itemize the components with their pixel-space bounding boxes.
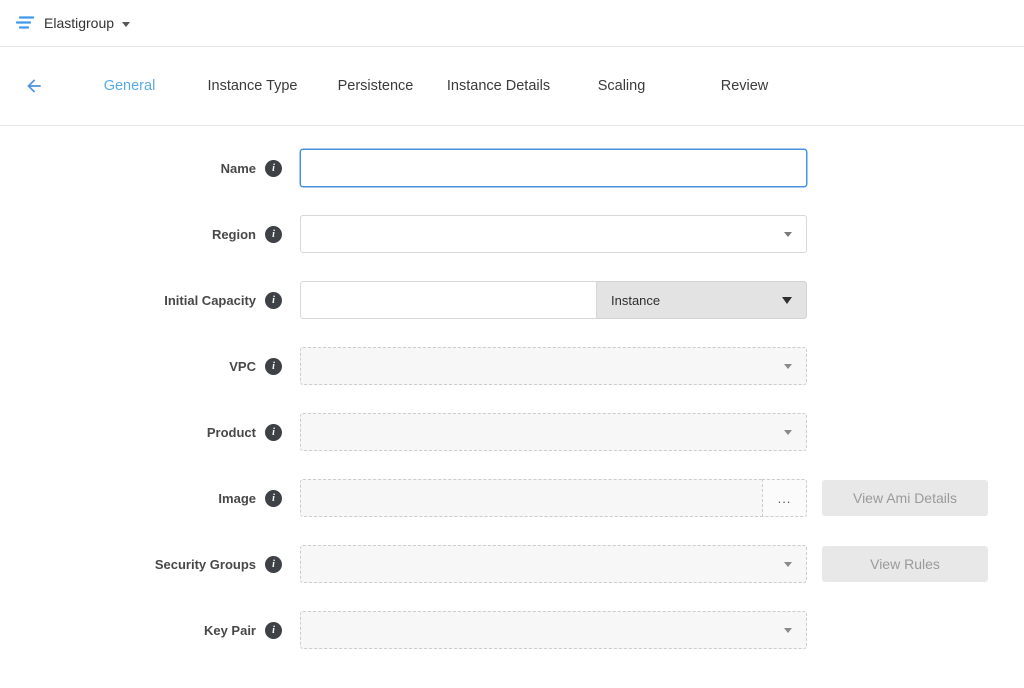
info-icon[interactable]: i: [265, 622, 282, 639]
wizard-tabbar: General Instance Type Persistence Instan…: [0, 47, 1024, 126]
info-icon[interactable]: i: [265, 226, 282, 243]
form-row-security-groups: Security Groups i View Rules: [0, 545, 1024, 583]
image-label: Image: [218, 491, 256, 506]
wizard-tabs: General Instance Type Persistence Instan…: [68, 78, 806, 94]
name-input[interactable]: [300, 149, 807, 187]
tab-instance-type[interactable]: Instance Type: [191, 78, 314, 94]
vpc-label: VPC: [229, 359, 256, 374]
initial-capacity-input[interactable]: [300, 281, 597, 319]
tab-general[interactable]: General: [68, 78, 191, 94]
key-pair-select[interactable]: [300, 611, 807, 649]
product-label: Product: [207, 425, 256, 440]
info-icon[interactable]: i: [265, 358, 282, 375]
info-icon[interactable]: i: [265, 490, 282, 507]
image-input[interactable]: [300, 479, 762, 517]
product-select[interactable]: [300, 413, 807, 451]
back-button[interactable]: [20, 72, 48, 100]
security-groups-label: Security Groups: [155, 557, 256, 572]
form-row-name: Name i: [0, 149, 1024, 187]
chevron-down-icon: [784, 562, 792, 567]
tab-instance-details[interactable]: Instance Details: [437, 78, 560, 94]
tab-persistence[interactable]: Persistence: [314, 78, 437, 94]
info-icon[interactable]: i: [265, 424, 282, 441]
form-row-region: Region i: [0, 215, 1024, 253]
view-rules-button[interactable]: View Rules: [822, 546, 988, 582]
capacity-unit-value: Instance: [611, 293, 660, 308]
vpc-select[interactable]: [300, 347, 807, 385]
tab-scaling[interactable]: Scaling: [560, 78, 683, 94]
elastigroup-logo-icon: [14, 15, 36, 31]
form-row-initial-capacity: Initial Capacity i Instance: [0, 281, 1024, 319]
back-arrow-icon: [24, 84, 44, 99]
tab-review[interactable]: Review: [683, 78, 806, 94]
info-icon[interactable]: i: [265, 556, 282, 573]
topbar: Elastigroup: [0, 0, 1024, 47]
info-icon[interactable]: i: [265, 292, 282, 309]
chevron-down-icon: [784, 364, 792, 369]
region-label: Region: [212, 227, 256, 242]
capacity-unit-select[interactable]: Instance: [597, 281, 807, 319]
brand-label: Elastigroup: [44, 15, 114, 31]
form-row-product: Product i: [0, 413, 1024, 451]
ellipsis-icon: ...: [778, 491, 792, 506]
region-select[interactable]: [300, 215, 807, 253]
view-ami-details-button[interactable]: View Ami Details: [822, 480, 988, 516]
image-browse-button[interactable]: ...: [762, 479, 807, 517]
initial-capacity-label: Initial Capacity: [164, 293, 256, 308]
chevron-down-icon: [784, 232, 792, 237]
general-form: Name i Region i Initial Capacity i Insta…: [0, 126, 1024, 649]
form-row-image: Image i ... View Ami Details: [0, 479, 1024, 517]
chevron-down-icon: [782, 297, 792, 304]
key-pair-label: Key Pair: [204, 623, 256, 638]
form-row-vpc: VPC i: [0, 347, 1024, 385]
product-switcher[interactable]: Elastigroup: [44, 15, 130, 31]
chevron-down-icon: [784, 628, 792, 633]
form-row-key-pair: Key Pair i: [0, 611, 1024, 649]
info-icon[interactable]: i: [265, 160, 282, 177]
chevron-down-icon: [122, 22, 130, 27]
name-label: Name: [221, 161, 256, 176]
security-groups-select[interactable]: [300, 545, 807, 583]
chevron-down-icon: [784, 430, 792, 435]
